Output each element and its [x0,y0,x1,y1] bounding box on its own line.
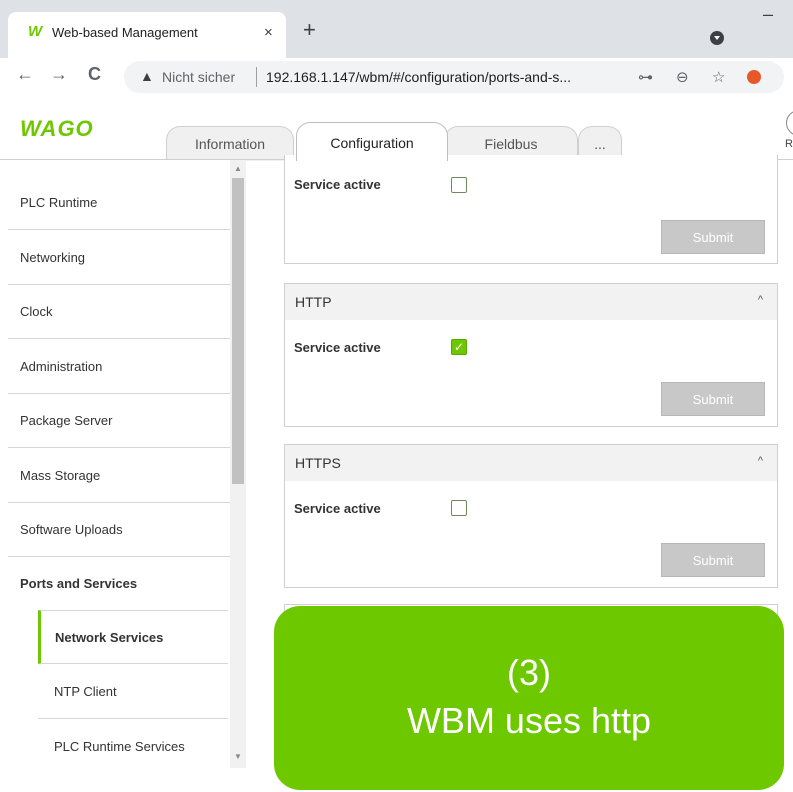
browser-tab-bar: W Web-based Management × + – [0,0,793,58]
sidebar: PLC Runtime Networking Clock Administrat… [0,160,246,768]
address-separator [256,67,257,87]
close-icon[interactable]: × [264,24,273,41]
scroll-down-arrow-icon[interactable]: ▼ [234,752,242,761]
panel-header[interactable]: HTTP ^ [285,284,777,320]
browser-toolbar: ← → C ▲ Nicht sicher 192.168.1.147/wbm/#… [0,58,793,96]
forward-icon[interactable]: → [50,64,68,85]
reload-icon[interactable]: C [88,64,101,85]
address-bar[interactable]: ▲ Nicht sicher 192.168.1.147/wbm/#/confi… [124,61,784,93]
service-active-label: Service active [294,177,381,192]
https-panel: HTTPS ^ Service active Submit [284,444,778,588]
warning-icon[interactable]: ▲ [140,68,154,84]
service-active-label: Service active [294,340,381,355]
scroll-thumb[interactable] [232,178,244,484]
zoom-icon[interactable]: ⊖ [676,68,689,86]
header-round-button[interactable] [786,110,793,136]
wago-favicon-icon: W [28,23,43,40]
chevron-up-icon[interactable]: ^ [758,455,763,467]
service-active-label: Service active [294,501,381,516]
sidebar-item-mass-storage[interactable]: Mass Storage [8,449,230,503]
annotation-callout: (3) WBM uses http [274,606,784,790]
profile-menu-icon[interactable] [710,31,724,45]
sidebar-item-package-server[interactable]: Package Server [8,394,230,448]
service-active-checkbox[interactable] [451,500,467,516]
http-panel: HTTP ^ Service active ✓ Submit [284,283,778,427]
sidebar-item-administration[interactable]: Administration [8,340,230,394]
sidebar-item-clock[interactable]: Clock [8,285,230,339]
service-active-checkbox[interactable]: ✓ [451,339,467,355]
sidebar-item-ports-and-services[interactable]: Ports and Services [8,557,230,611]
sidebar-subitem-plc-runtime-services[interactable]: PLC Runtime Services [38,720,228,768]
panel-title: HTTP [295,294,332,310]
sidebar-subitem-ntp-client[interactable]: NTP Client [38,665,228,719]
url-text[interactable]: 192.168.1.147/wbm/#/configuration/ports-… [266,69,571,85]
sidebar-item-software-uploads[interactable]: Software Uploads [8,503,230,557]
service-active-checkbox[interactable] [451,177,467,193]
new-tab-button[interactable]: + [303,19,316,41]
security-label[interactable]: Nicht sicher [162,69,235,85]
sidebar-item-plc-runtime[interactable]: PLC Runtime [8,176,230,230]
app-header: WAGO Information Configuration Fieldbus … [0,96,793,161]
panel-header[interactable]: HTTPS ^ [285,445,777,481]
scroll-up-arrow-icon[interactable]: ▲ [234,164,242,173]
sidebar-subitem-network-services[interactable]: Network Services [38,610,228,664]
minimize-button[interactable]: – [763,4,773,25]
panel-title: HTTPS [295,455,341,471]
tab-title: Web-based Management [52,25,198,40]
tab-information[interactable]: Information [166,126,294,161]
callout-text: WBM uses http [406,700,652,741]
sidebar-item-networking[interactable]: Networking [8,231,230,285]
submit-button[interactable]: Submit [661,220,765,254]
chevron-up-icon[interactable]: ^ [758,294,763,306]
submit-button[interactable]: Submit [661,382,765,416]
back-icon[interactable]: ← [16,64,34,85]
header-right-label: R [785,138,793,150]
key-icon[interactable]: ⊶ [638,68,653,86]
star-icon[interactable]: ☆ [712,68,725,86]
tab-configuration[interactable]: Configuration [296,122,448,161]
extension-icon[interactable] [747,70,761,84]
submit-button[interactable]: Submit [661,543,765,577]
wago-logo: WAGO [20,116,94,141]
sidebar-scrollbar[interactable]: ▲ ▼ [230,160,246,768]
browser-tab[interactable]: W Web-based Management × [8,12,286,58]
service-panel-partial: Service active Submit [284,155,778,264]
callout-number: (3) [507,652,551,693]
